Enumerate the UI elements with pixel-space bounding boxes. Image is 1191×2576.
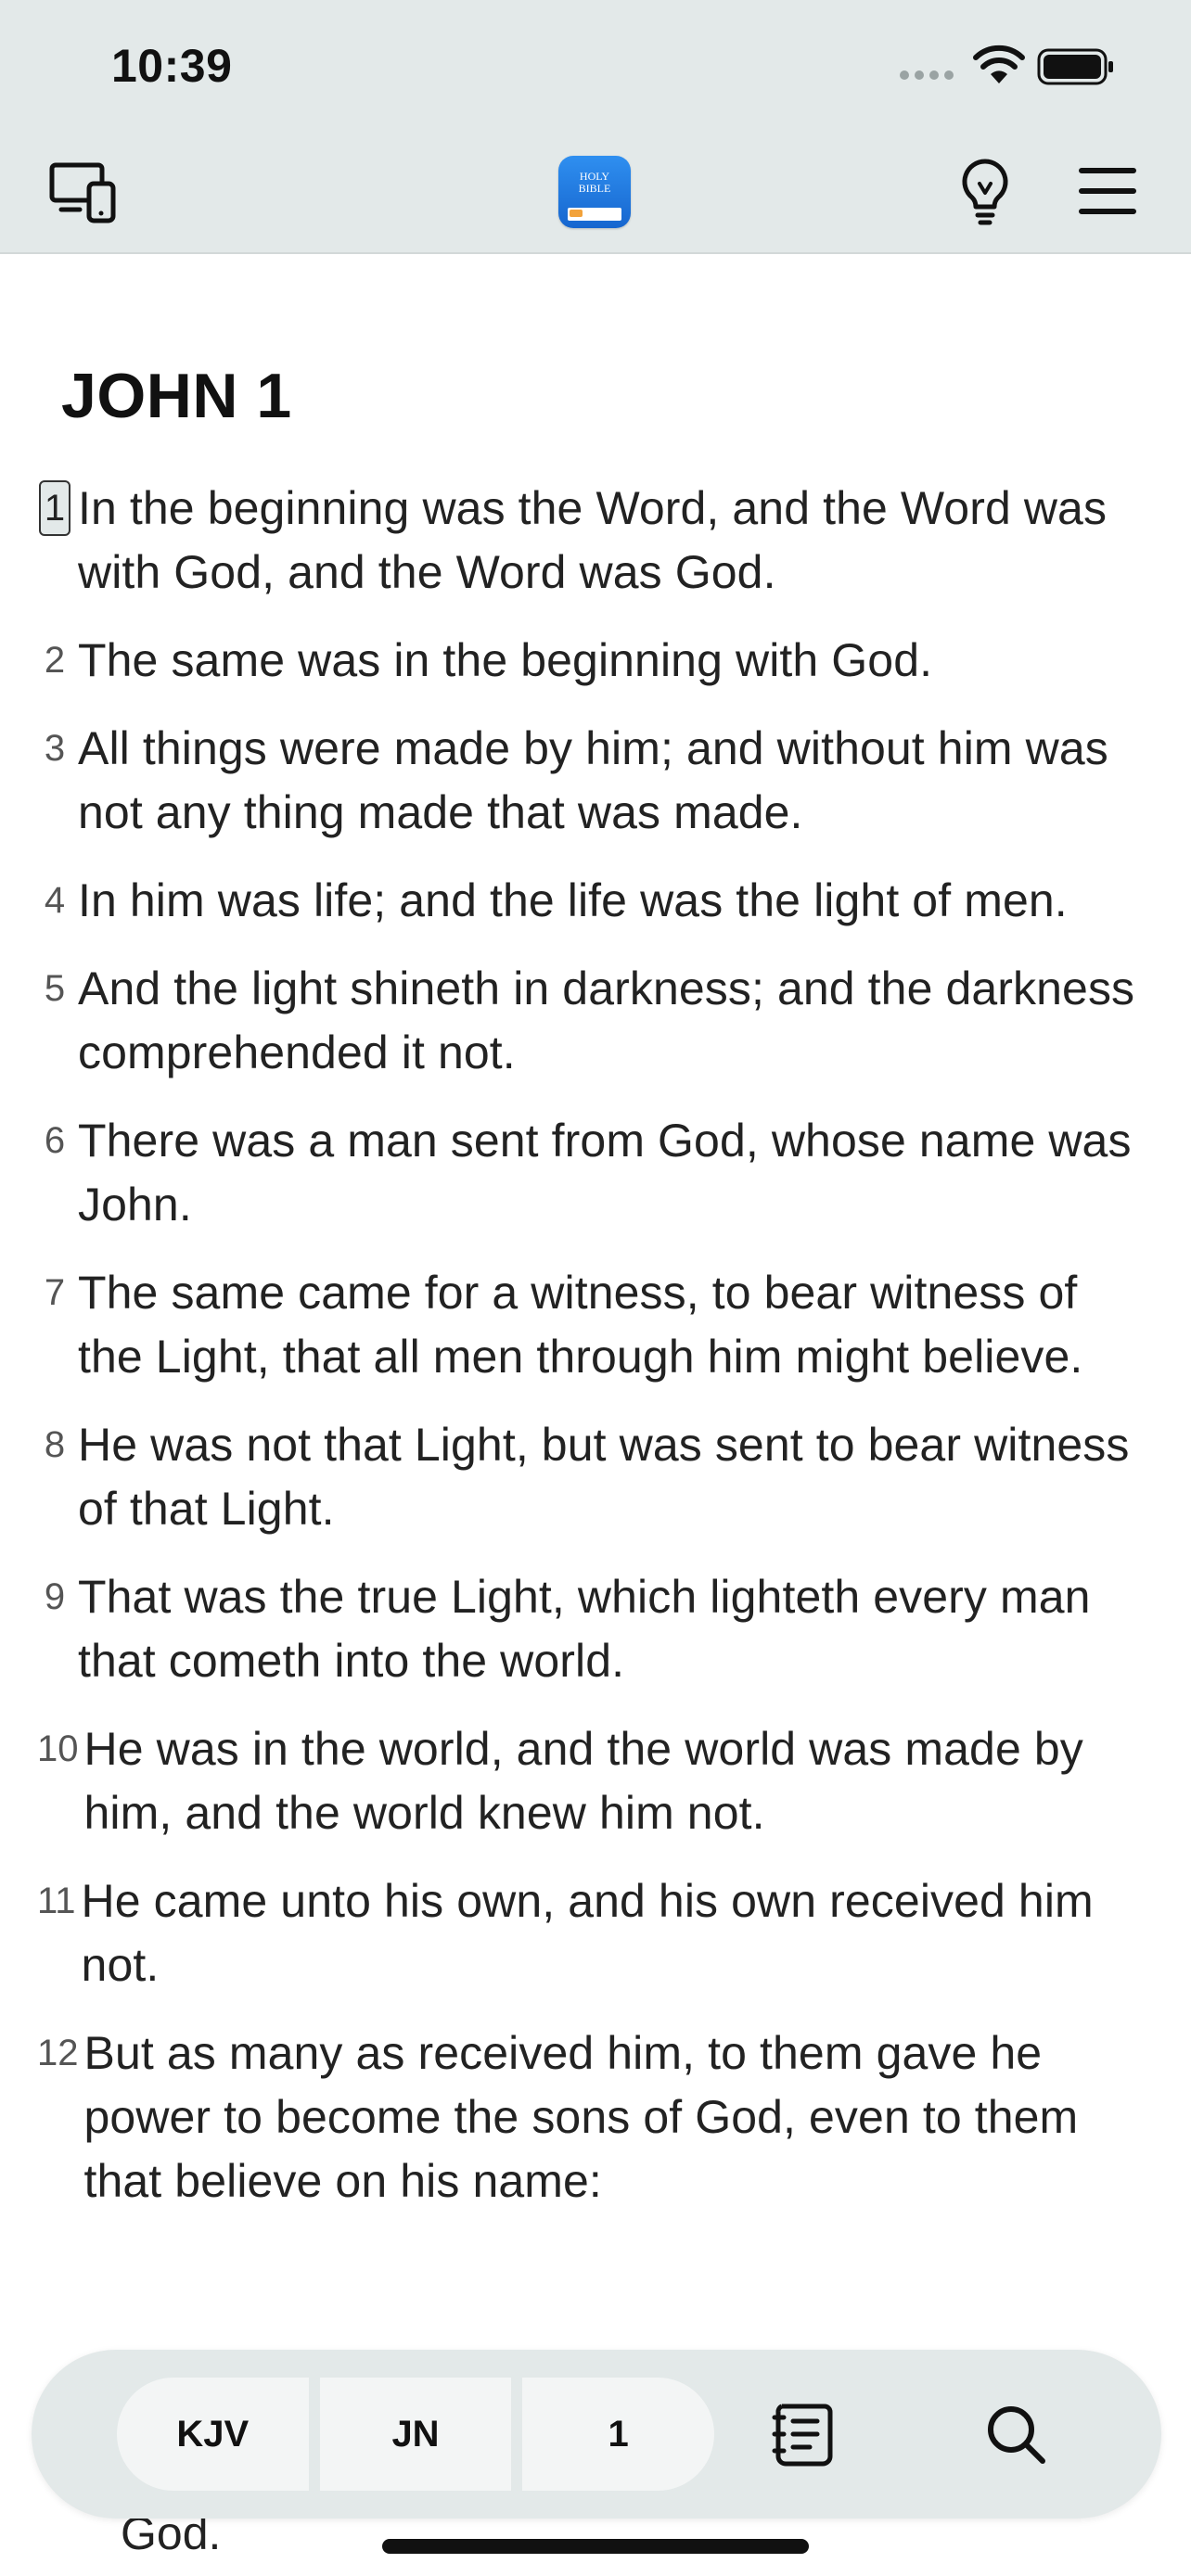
verse-text: The same was in the beginning with God. [78,634,933,686]
verse-item[interactable]: 10 He was in the world, and the world was… [37,1717,1150,1845]
verse-item[interactable]: 11 He came unto his own, and his own rece… [37,1869,1150,1997]
verse-text: He was in the world, and the world was m… [83,1723,1083,1839]
verse-item[interactable]: 7 The same came for a witness, to bear wi… [37,1261,1150,1389]
verse-number: 2 [37,629,78,693]
verse-item[interactable]: 12 But as many as received him, to them g… [37,2021,1150,2213]
verse-text: There was a man sent from God, whose nam… [78,1115,1132,1231]
bible-reader-screen: 10:39 HOLY BIBLE JOHN 1 1 In the beginni… [0,0,1191,2576]
verse-number: 11 [37,1869,82,1933]
verse-text: In the beginning was the Word, and the W… [78,482,1108,598]
status-time: 10:39 [111,40,233,92]
verse-number-label: 11 [37,1881,76,1921]
verse-text: But as many as received him, to them gav… [83,2027,1079,2207]
notes-button[interactable] [762,2392,846,2476]
search-icon [988,2406,1045,2464]
verse-item[interactable]: 2 The same was in the beginning with God. [37,629,1150,693]
passage-selector: KJV JN 1 [117,2378,714,2491]
chapter-title: JOHN 1 [61,361,292,431]
wifi-icon [973,45,1025,83]
verse-text: In him was life; and the life was the li… [78,874,1068,926]
verse-number: 8 [37,1413,78,1477]
verse-number-label: 9 [44,1576,66,1617]
verse-item[interactable]: 8 He was not that Light, but was sent to … [37,1413,1150,1541]
verse-number-label: 2 [44,640,66,681]
holy-bible-logo: HOLY BIBLE [558,156,631,228]
verse-number-label: 12 [37,2033,79,2073]
verse-number: 7 [37,1261,78,1325]
notes-icon [772,2404,833,2467]
book-selector[interactable]: JN [308,2378,512,2491]
battery-icon [1037,48,1113,85]
top-bar: 10:39 HOLY BIBLE [0,0,1191,254]
verse-number: 9 [37,1565,78,1629]
home-indicator [382,2539,809,2554]
verse-number-label: 7 [44,1272,66,1313]
verse-number-label: 8 [44,1424,66,1465]
verse-text: The same came for a witness, to bear wit… [78,1267,1083,1383]
lightbulb-icon [962,159,1008,225]
verse-text: That was the true Light, which lighteth … [78,1571,1091,1687]
verse-text: All things were made by him; and without… [78,722,1108,838]
verse-number-label: 5 [44,968,66,1009]
verse-number-label: 3 [44,728,66,769]
verse-number: 5 [37,957,78,1021]
verse-item[interactable]: 4 In him was life; and the life was the l… [37,869,1150,933]
verse-item[interactable]: 6 There was a man sent from God, whose na… [37,1109,1150,1237]
verse-text: He was not that Light, but was sent to b… [78,1419,1130,1535]
verse-text: He came unto his own, and his own receiv… [81,1875,1094,1991]
verse-text: And the light shineth in darkness; and t… [78,963,1135,1078]
verse-item[interactable]: 1 In the beginning was the Word, and the … [37,477,1150,605]
verse-number: 1 [37,477,78,541]
devices-button[interactable] [48,156,119,226]
verse-number: 3 [37,717,78,781]
version-selector[interactable]: KJV [117,2378,309,2491]
verse-number-label: 1 [38,480,71,536]
verse-number: 12 [37,2021,84,2085]
verse-item[interactable]: 9 That was the true Light, which lighteth… [37,1565,1150,1693]
verse-number-label: 10 [37,1728,79,1769]
cellular-signal-icon [900,70,954,80]
verse-number-label: 6 [44,1120,66,1161]
hamburger-menu-icon [1079,168,1136,214]
bottom-toolbar: KJV JN 1 [32,2350,1161,2519]
verse-item[interactable]: 5 And the light shineth in darkness; and … [37,957,1150,1085]
verse-number: 4 [37,869,78,933]
verse-item[interactable]: 3 All things were made by him; and withou… [37,717,1150,845]
search-button[interactable] [974,2392,1057,2476]
verse-list: 1 In the beginning was the Word, and the … [37,477,1150,2238]
chapter-selector[interactable]: 1 [511,2378,714,2491]
devices-icon [49,162,116,223]
verse-number: 10 [37,1717,84,1781]
verse-number-label: 4 [44,880,66,921]
menu-button[interactable] [1072,156,1143,226]
verse-number: 6 [37,1109,78,1173]
tips-button[interactable] [950,156,1020,226]
